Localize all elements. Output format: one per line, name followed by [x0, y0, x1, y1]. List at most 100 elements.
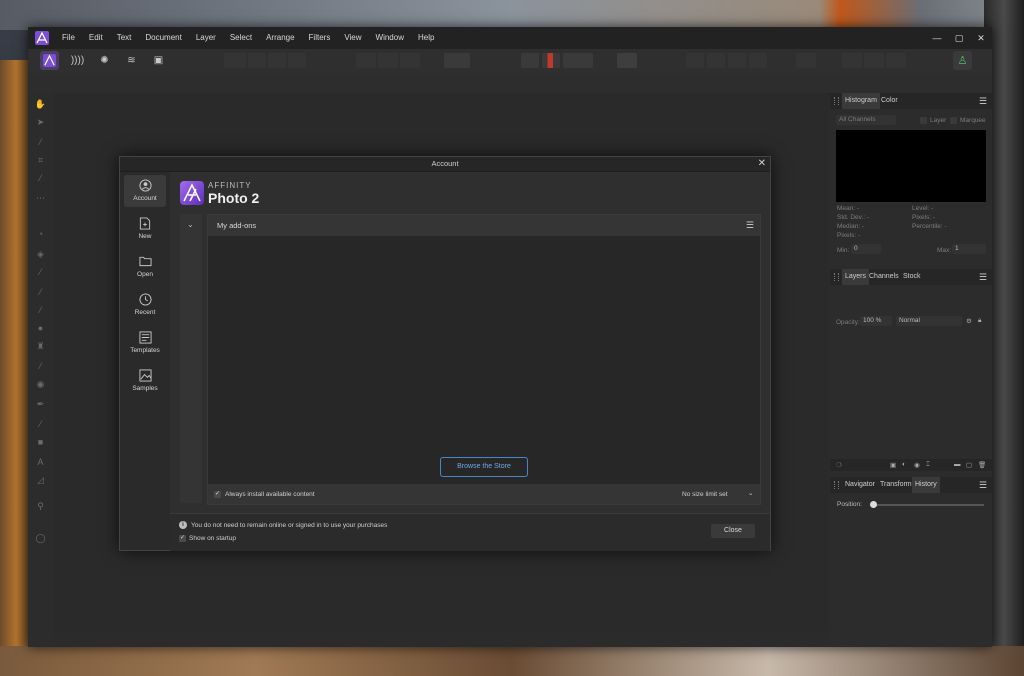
opacity-field[interactable]: 100 % [860, 316, 892, 326]
lock-icon[interactable]: 🔒︎ [978, 317, 981, 325]
panel-menu-icon[interactable]: ☰ [979, 269, 987, 285]
sidebar-item-recent[interactable]: Recent [124, 289, 166, 321]
menu-window[interactable]: Window [376, 27, 404, 49]
adjustment-layer-icon[interactable]: ◐ [902, 461, 906, 468]
menu-document[interactable]: Document [145, 27, 181, 49]
always-install-checkbox[interactable]: ✓ [214, 491, 221, 498]
toolbar-button[interactable] [378, 53, 398, 68]
move-tool-icon[interactable]: ➤ [34, 117, 47, 128]
toolbar-button[interactable] [864, 53, 884, 68]
panel-grip-icon[interactable] [834, 481, 839, 489]
tab-channels[interactable]: Channels [866, 269, 902, 285]
toolbar-dropdown[interactable] [563, 53, 593, 68]
live-filter-icon[interactable]: ◉ [914, 461, 920, 469]
menu-text[interactable]: Text [117, 27, 132, 49]
toolbar-button[interactable] [268, 53, 286, 68]
history-slider-handle[interactable] [870, 501, 877, 508]
menu-edit[interactable]: Edit [89, 27, 103, 49]
toolbar-button[interactable] [842, 53, 862, 68]
red-eye-tool-icon[interactable]: ◉ [34, 379, 47, 390]
menu-layer[interactable]: Layer [196, 27, 216, 49]
liquify-persona-button[interactable]: )))) [68, 51, 87, 70]
size-limit-dropdown[interactable]: No size limit set [682, 491, 728, 498]
close-icon[interactable]: ✕ [758, 157, 766, 171]
flood-fill-tool-icon[interactable]: ◔ [34, 229, 47, 240]
layer-effects-icon[interactable]: ❍ [836, 461, 842, 469]
panel-menu-icon[interactable]: ☰ [979, 93, 987, 109]
tab-navigator[interactable]: Navigator [842, 477, 878, 493]
view-tool-icon[interactable]: ✋ [34, 99, 47, 110]
channels-dropdown[interactable]: All Channels [836, 115, 896, 125]
menu-arrange[interactable]: Arrange [266, 27, 294, 49]
develop-persona-button[interactable]: ✺ [95, 51, 114, 70]
shape-tool-icon[interactable]: ■ [34, 437, 47, 448]
menu-select[interactable]: Select [230, 27, 252, 49]
toolbar-button[interactable] [400, 53, 420, 68]
tab-histogram[interactable]: Histogram [842, 93, 880, 109]
tab-layers[interactable]: Layers [842, 269, 870, 285]
menu-help[interactable]: Help [418, 27, 434, 49]
dodge-tool-icon[interactable]: ● [34, 323, 47, 334]
pixel-tool-icon[interactable]: ⁄ [34, 287, 47, 298]
healing-tool-icon[interactable]: ⁄ [34, 361, 47, 372]
addons-collapse-strip[interactable]: ⌄ [180, 214, 202, 503]
minimize-button[interactable]: — [926, 27, 948, 49]
menu-filters[interactable]: Filters [309, 27, 331, 49]
erase-tool-icon[interactable]: ⁄ [34, 305, 47, 316]
photo-persona-button[interactable] [40, 51, 59, 70]
export-persona-button[interactable]: ▣ [149, 51, 168, 70]
toolbar-button[interactable] [728, 53, 746, 68]
toolbar-button[interactable] [521, 53, 539, 68]
tone-mapping-persona-button[interactable]: ≋ [122, 51, 141, 70]
color-wheel-icon[interactable]: ◯ [34, 533, 47, 544]
group-layers-icon[interactable]: ▬ [954, 461, 961, 468]
maximize-button[interactable]: ▢ [948, 27, 970, 49]
add-layer-icon[interactable]: ▢ [966, 461, 972, 469]
tab-stock[interactable]: Stock [900, 269, 924, 285]
sidebar-item-open[interactable]: Open [124, 251, 166, 283]
sidebar-item-templates[interactable]: Templates [124, 327, 166, 359]
browse-store-button[interactable]: Browse the Store [440, 457, 528, 477]
sidebar-item-account[interactable]: Account [124, 175, 166, 207]
show-on-startup-checkbox[interactable]: ✓ [179, 535, 186, 542]
toolbar-button[interactable] [356, 53, 376, 68]
delete-layer-icon[interactable]: 🗑︎ [978, 461, 986, 469]
gradient-tool-icon[interactable]: ◈ [34, 249, 47, 260]
gear-icon[interactable]: ⚙ [966, 317, 972, 325]
fill-layer-icon[interactable]: ⌶ [926, 461, 930, 469]
sidebar-item-samples[interactable]: Samples [124, 365, 166, 397]
toolbar-button[interactable] [288, 53, 306, 68]
sidebar-item-new[interactable]: New [124, 213, 166, 245]
tab-transform[interactable]: Transform [877, 477, 915, 493]
close-button[interactable]: Close [711, 524, 755, 538]
tab-history[interactable]: History [912, 477, 940, 493]
close-window-button[interactable]: ✕ [970, 27, 992, 49]
tab-color[interactable]: Color [878, 93, 901, 109]
history-slider-track[interactable] [872, 504, 984, 506]
selection-mode-dropdown[interactable] [444, 53, 470, 68]
toolbar-button[interactable] [796, 53, 816, 68]
color-swatch-button[interactable] [542, 53, 560, 68]
panel-grip-icon[interactable] [834, 273, 839, 281]
account-button[interactable]: ♙ [953, 51, 972, 70]
panel-menu-icon[interactable]: ☰ [979, 477, 987, 493]
toolbar-button[interactable] [886, 53, 906, 68]
chevron-down-icon[interactable]: ⌄ [748, 489, 753, 497]
min-field[interactable]: 0 [851, 244, 881, 254]
toolbar-button[interactable] [707, 53, 725, 68]
pen-tool-icon[interactable]: ✒ [34, 399, 47, 410]
menu-view[interactable]: View [344, 27, 361, 49]
max-field[interactable]: 1 [952, 244, 986, 254]
assistant-button[interactable] [617, 53, 637, 68]
menu-icon[interactable]: ☰ [746, 215, 754, 236]
mesh-tool-icon[interactable]: ◿ [34, 475, 47, 486]
paint-brush-tool-icon[interactable]: ⁄ [34, 267, 47, 278]
menu-file[interactable]: File [62, 27, 75, 49]
marquee-checkbox[interactable] [950, 117, 957, 124]
clone-tool-icon[interactable]: ♜ [34, 341, 47, 352]
marquee-tool-icon[interactable]: ⋯ [34, 193, 47, 204]
toolbar-button[interactable] [686, 53, 704, 68]
selection-brush-tool-icon[interactable]: ⁄ [34, 173, 47, 184]
text-tool-icon[interactable]: A [34, 457, 47, 468]
toolbar-button[interactable] [224, 53, 246, 68]
